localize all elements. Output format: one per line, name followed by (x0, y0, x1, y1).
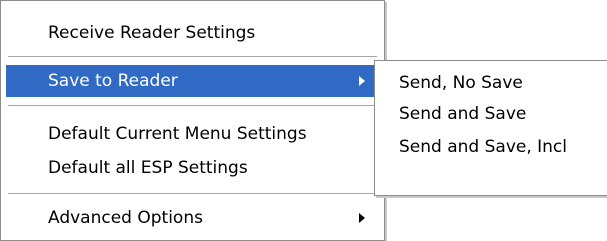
menu-item-advanced-options[interactable]: Advanced Options (6, 202, 379, 234)
menu-item-default-current-menu-settings[interactable]: Default Current Menu Settings (6, 118, 379, 150)
submenu-item-label: Send and Save (399, 104, 527, 124)
context-menu: Receive Reader Settings Save to Reader D… (0, 0, 385, 241)
menu-separator (8, 56, 377, 58)
context-menu-screenshot: Receive Reader Settings Save to Reader D… (0, 0, 607, 241)
menu-item-receive-reader-settings[interactable]: Receive Reader Settings (6, 17, 379, 49)
submenu-item-label: Send and Save, Incl (399, 137, 567, 157)
submenu-item-send-and-save-incl[interactable]: Send and Save, Incl (379, 131, 607, 163)
menu-item-label: Default Current Menu Settings (48, 124, 307, 144)
menu-item-label: Receive Reader Settings (48, 23, 256, 43)
chevron-right-icon (359, 213, 365, 223)
menu-separator (8, 193, 377, 195)
submenu-item-send-no-save[interactable]: Send, No Save (379, 67, 607, 99)
menu-item-label: Default all ESP Settings (48, 158, 248, 178)
menu-separator (8, 105, 377, 107)
submenu-item-send-and-save[interactable]: Send and Save (379, 98, 607, 130)
menu-item-save-to-reader[interactable]: Save to Reader (6, 65, 379, 97)
menu-item-default-all-esp-settings[interactable]: Default all ESP Settings (6, 152, 379, 184)
chevron-right-icon (359, 76, 365, 86)
menu-item-label: Save to Reader (48, 71, 178, 91)
save-to-reader-submenu: Send, No Save Send and Save Send and Sav… (374, 60, 607, 196)
submenu-item-label: Send, No Save (399, 73, 523, 93)
menu-item-label: Advanced Options (48, 208, 203, 228)
